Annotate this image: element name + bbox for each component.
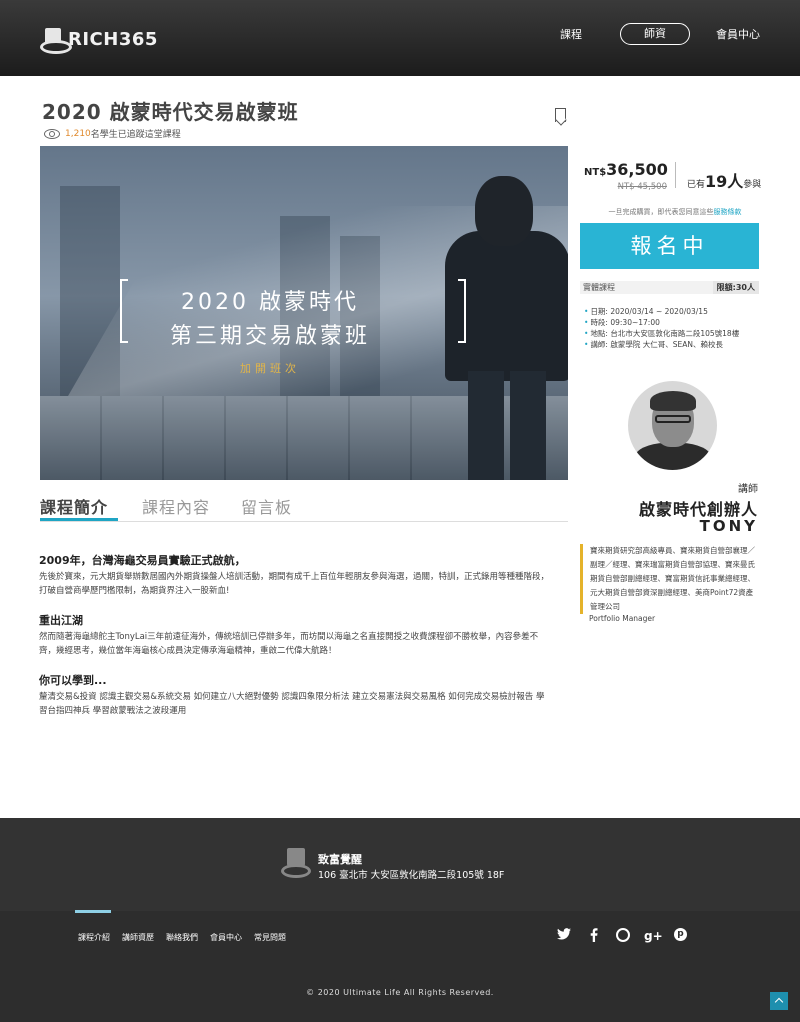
banner-man-leg bbox=[510, 371, 546, 480]
section-heading: 重出江湖 bbox=[39, 614, 83, 627]
price-divider bbox=[675, 162, 676, 188]
quota-badge: 限額:30人 bbox=[712, 281, 759, 294]
footer-address: 106 臺北市 大安區敦化南路二段105號 18F bbox=[318, 870, 505, 881]
footer-accent-bar bbox=[75, 910, 111, 913]
joined-suffix: 參與 bbox=[743, 180, 762, 190]
course-type-row: 實體課程 限額:30人 bbox=[580, 281, 759, 294]
top-hat-icon bbox=[40, 28, 72, 54]
banner-man-head bbox=[475, 176, 533, 246]
copyright: © 2020 Ultimate Life All Rights Reserved… bbox=[306, 988, 494, 997]
site-header: RICH365 課程 師資 會員中心 bbox=[0, 0, 800, 76]
instructor-bio-extra: Portfolio Manager bbox=[589, 614, 656, 623]
course-type: 實體課程 bbox=[583, 283, 615, 292]
footer-top bbox=[0, 818, 800, 911]
nav-teachers[interactable]: 師資 bbox=[620, 23, 690, 45]
tab-intro[interactable]: 課程簡介 bbox=[40, 494, 108, 518]
course-banner: 2020 啟蒙時代 第三期交易啟蒙班 加開班次 bbox=[40, 146, 568, 480]
nav-member-center[interactable]: 會員中心 bbox=[716, 26, 760, 42]
description-section: 重出江湖 然而隨著海龜總舵主TonyLai三年前遠征海外，傳統培訓已停辦多年，而… bbox=[39, 612, 549, 658]
description-section: 你可以學到... 釐清交易&投資 認識主觀交易&系統交易 如何建立八大絕對優勢 … bbox=[39, 672, 549, 718]
footer-link-courses[interactable]: 課程介紹 bbox=[78, 932, 110, 943]
footer-link-member[interactable]: 會員中心 bbox=[210, 932, 242, 943]
section-body: 然而隨著海龜總舵主TonyLai三年前遠征海外，傳統培訓已停辦多年，而坊間以海龜… bbox=[39, 632, 539, 656]
joined-count: 19人 bbox=[705, 172, 744, 191]
course-info-list: 日期: 2020/03/14 ~ 2020/03/15 時段: 09:30~17… bbox=[584, 306, 739, 350]
price-value: 36,500 bbox=[606, 160, 668, 179]
pinterest-icon[interactable]: p bbox=[674, 928, 687, 941]
course-description: 2009年，台灣海龜交易員實驗正式啟航， 先後於寶來，元大期貨舉辦數屆國內外期貨… bbox=[39, 552, 549, 732]
instructor-bio: 寶來期貨研究部高級專員、寶來期貨自營部襄理／副理／經理、寶來瑞富期貨自營部協理、… bbox=[580, 544, 760, 614]
avatar-hair bbox=[650, 391, 696, 411]
instructor-role: 講師 bbox=[738, 484, 758, 495]
terms-note: 一旦完成購買，即代表您同意這些服務條款 bbox=[590, 207, 760, 217]
signup-button[interactable]: 報名中 bbox=[580, 223, 759, 269]
dribbble-icon[interactable] bbox=[616, 928, 630, 942]
avatar-shirt bbox=[634, 443, 712, 470]
tab-content[interactable]: 課程內容 bbox=[142, 494, 210, 518]
nav-courses[interactable]: 課程 bbox=[560, 26, 582, 42]
footer-hat-icon bbox=[281, 848, 311, 880]
back-to-top-button[interactable] bbox=[770, 992, 788, 1010]
twitter-icon[interactable] bbox=[556, 928, 572, 944]
footer-company: 致富覺醒 bbox=[318, 853, 362, 866]
banner-man-leg bbox=[468, 371, 504, 480]
terms-note-text: 一旦完成購買，即代表您同意這些 bbox=[608, 208, 714, 216]
info-time: 時段: 09:30~17:00 bbox=[584, 317, 739, 328]
google-plus-icon[interactable]: g+ bbox=[644, 928, 663, 944]
banner-line-2: 第三期交易啟蒙班 bbox=[169, 324, 370, 349]
footer-link-faq[interactable]: 常見問題 bbox=[254, 932, 286, 943]
original-price: NT$ 45,500 bbox=[617, 182, 667, 192]
current-price: NT$36,500 bbox=[584, 160, 668, 179]
banner-subtitle: 加開班次 bbox=[240, 362, 300, 375]
footer-links: 課程介紹 講師資歷 聯絡我們 會員中心 常見問題 bbox=[78, 932, 298, 943]
terms-link[interactable]: 服務條款 bbox=[714, 208, 742, 216]
course-tabs: 課程簡介 課程內容 留言板 bbox=[40, 494, 568, 522]
course-title: 2020 啟蒙時代交易啟蒙班 bbox=[42, 100, 299, 124]
info-date: 日期: 2020/03/14 ~ 2020/03/15 bbox=[584, 306, 739, 317]
bookmark-icon[interactable] bbox=[555, 108, 566, 122]
instructor-name: TONY bbox=[699, 517, 758, 535]
joined-prefix: 已有 bbox=[687, 180, 706, 190]
views-suffix: 名學生已追蹤這堂課程 bbox=[90, 130, 181, 140]
info-instructors: 講師: 啟蒙學院 大仁哥、SEAN、賴校長 bbox=[584, 339, 739, 350]
avatar-glasses bbox=[655, 415, 691, 423]
instructor-avatar bbox=[628, 381, 717, 470]
section-body: 先後於寶來，元大期貨舉辦數屆國內外期貨操盤人培訓活動，期間有成千上百位年輕朋友參… bbox=[39, 572, 550, 596]
views-info: 1,210 名學生已追蹤這堂課程 bbox=[44, 127, 181, 140]
tab-comments[interactable]: 留言板 bbox=[241, 494, 292, 518]
eye-icon bbox=[44, 128, 60, 139]
footer-link-contact[interactable]: 聯絡我們 bbox=[166, 932, 198, 943]
section-heading: 你可以學到... bbox=[39, 674, 107, 687]
info-location: 地點: 台北市大安區敦化南路二段105號18樓 bbox=[584, 328, 739, 339]
active-tab-underline bbox=[40, 518, 118, 521]
logo-text: RICH365 bbox=[68, 28, 158, 50]
description-section: 2009年，台灣海龜交易員實驗正式啟航， 先後於寶來，元大期貨舉辦數屆國內外期貨… bbox=[39, 552, 549, 598]
facebook-icon[interactable] bbox=[586, 928, 602, 944]
hat-brim bbox=[281, 864, 311, 878]
footer-link-teachers[interactable]: 講師資歷 bbox=[122, 932, 154, 943]
main-nav: 課程 師資 會員中心 bbox=[560, 23, 760, 45]
participants: 已有19人參與 bbox=[687, 168, 761, 192]
section-heading: 2009年，台灣海龜交易員實驗正式啟航， bbox=[39, 554, 246, 567]
site-logo[interactable]: RICH365 bbox=[40, 28, 158, 54]
section-body: 釐清交易&投資 認識主觀交易&系統交易 如何建立八大絕對優勢 認識四象限分析法 … bbox=[39, 692, 545, 716]
views-count: 1,210 bbox=[65, 128, 91, 139]
banner-line-1: 2020 啟蒙時代 bbox=[181, 290, 359, 315]
currency: NT$ bbox=[584, 167, 607, 178]
social-links: g+ p bbox=[556, 928, 701, 944]
